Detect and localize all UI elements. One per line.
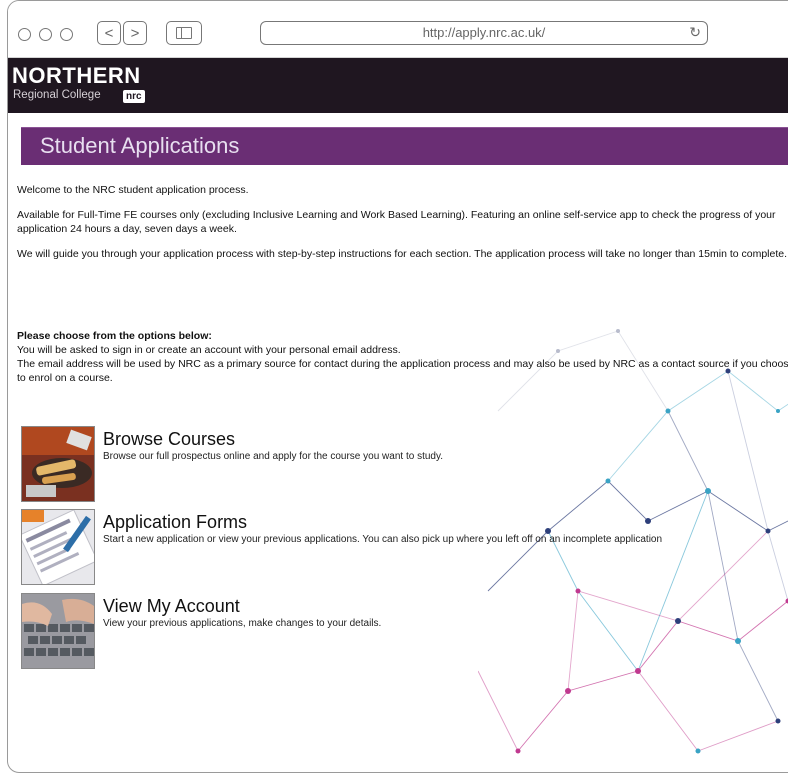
intro-paragraph: Available for Full-Time FE courses only … [17,208,788,236]
browser-toolbar: < > http://apply.nrc.ac.uk/ ↻ [8,1,788,58]
sidebar-icon [176,27,192,39]
browse-courses-option[interactable]: Browse Courses Browse our full prospectu… [21,426,741,501]
chevron-left-icon: < [105,26,114,41]
forward-button[interactable]: > [123,21,147,45]
minimize-window-dot[interactable] [39,28,52,41]
chevron-right-icon: > [131,26,140,41]
intro-text: Welcome to the NRC student application p… [17,183,788,272]
cooking-photo-icon [22,427,94,501]
intro-paragraph: Welcome to the NRC student application p… [17,183,788,197]
keyboard-typing-photo-icon [22,594,94,668]
options-intro: Please choose from the options below: Yo… [17,329,788,385]
reload-icon[interactable]: ↻ [689,24,701,41]
options-heading: Please choose from the options below: [17,330,212,342]
address-bar[interactable]: http://apply.nrc.ac.uk/ ↻ [260,21,708,45]
application-forms-option[interactable]: Application Forms Start a new applicatio… [21,509,741,584]
option-description: View your previous applications, make ch… [103,618,683,630]
sidebar-toggle-button[interactable] [166,21,202,45]
application-forms-thumbnail[interactable] [21,509,95,585]
browser-window: < > http://apply.nrc.ac.uk/ ↻ NORTHERN R… [7,0,788,773]
view-account-option[interactable]: View My Account View your previous appli… [21,593,741,668]
view-account-thumbnail[interactable] [21,593,95,669]
options-note: You will be asked to sign in or create a… [17,343,788,357]
option-title[interactable]: View My Account [103,596,240,617]
option-description: Browse our full prospectus online and ap… [103,451,683,463]
page-title: Student Applications [40,133,239,159]
logo-main[interactable]: NORTHERN [12,63,141,89]
intro-paragraph: We will guide you through your applicati… [17,247,788,261]
zoom-window-dot[interactable] [60,28,73,41]
close-window-dot[interactable] [18,28,31,41]
option-title[interactable]: Browse Courses [103,429,235,450]
option-description: Start a new application or view your pre… [103,534,683,546]
logo-badge: nrc [123,90,145,103]
options-note: The email address will be used by NRC as… [17,357,788,385]
browse-courses-thumbnail[interactable] [21,426,95,502]
option-title[interactable]: Application Forms [103,512,247,533]
title-bar: Student Applications [21,127,788,165]
url-text: http://apply.nrc.ac.uk/ [261,25,707,40]
form-writing-photo-icon [22,510,94,584]
back-button[interactable]: < [97,21,121,45]
logo-subtitle: Regional College [13,89,101,101]
